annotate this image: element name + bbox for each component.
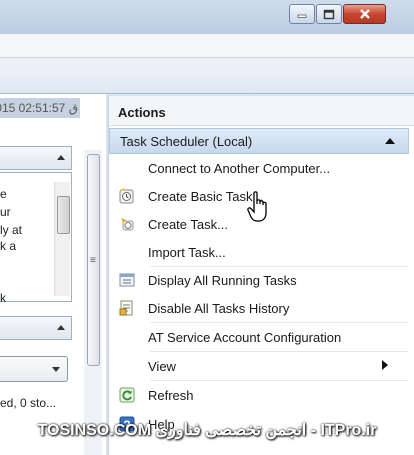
action-label: View xyxy=(148,358,176,374)
action-view-menu[interactable]: View xyxy=(112,352,408,380)
section-collapse-bar[interactable] xyxy=(0,146,72,170)
close-icon xyxy=(359,9,370,19)
action-display-running-tasks[interactable]: Display All Running Tasks xyxy=(112,266,408,294)
section-title: Task Scheduler (Local) xyxy=(120,134,253,149)
action-label: Refresh xyxy=(148,387,194,403)
watermark-text: TOSINSO.COM انجمن تخصصی فناوری - ITPro.i… xyxy=(37,422,377,439)
action-label: Display All Running Tasks xyxy=(148,272,297,288)
action-disable-tasks-history[interactable]: Disable All Tasks History xyxy=(112,294,408,322)
list-item: k a xyxy=(0,239,17,253)
create-basic-task-icon xyxy=(119,188,134,204)
tasks-history-icon xyxy=(119,300,133,316)
action-connect-computer[interactable]: Connect to Another Computer... xyxy=(112,154,408,182)
action-label: AT Service Account Configuration xyxy=(148,329,342,345)
collapse-up-icon xyxy=(57,155,65,160)
maximize-icon xyxy=(323,9,335,19)
section-collapse-bar[interactable] xyxy=(0,316,72,340)
chevron-down-icon xyxy=(52,367,60,372)
action-at-service-config[interactable]: AT Service Account Configuration xyxy=(112,323,408,351)
minimize-button[interactable] xyxy=(289,4,315,24)
list-scrollbar[interactable] xyxy=(54,182,70,296)
hand-cursor-icon xyxy=(247,191,267,222)
submenu-arrow-icon xyxy=(382,360,388,370)
list-item: k xyxy=(0,291,6,305)
action-label: Create Task... xyxy=(148,216,228,232)
grip-icon: ≡ xyxy=(90,255,96,266)
list-item: ur xyxy=(0,205,11,219)
status-text: ed, 0 sto... xyxy=(0,396,57,410)
running-tasks-icon xyxy=(119,273,135,287)
close-button[interactable] xyxy=(343,4,386,24)
collapse-up-icon xyxy=(57,325,65,330)
date-text: /2015 02:51:57 ﻕ xyxy=(0,101,78,115)
refresh-icon xyxy=(119,387,135,403)
action-label: Disable All Tasks History xyxy=(148,300,290,316)
action-label: Connect to Another Computer... xyxy=(148,160,331,176)
list-item: e xyxy=(0,187,7,201)
minimize-icon xyxy=(297,14,307,18)
action-refresh[interactable]: Refresh xyxy=(112,381,408,409)
menu-bar xyxy=(0,34,414,58)
collapse-up-icon xyxy=(385,138,395,144)
action-label: Import Task... xyxy=(148,244,226,260)
scrollbar-thumb[interactable] xyxy=(57,196,70,234)
toolbar xyxy=(0,58,414,94)
date-header: /2015 02:51:57 ﻕ xyxy=(0,98,80,118)
actions-header: Actions xyxy=(109,96,414,126)
task-scheduler-section-header[interactable]: Task Scheduler (Local) xyxy=(109,128,409,154)
maximize-button[interactable] xyxy=(316,4,342,24)
create-task-icon xyxy=(121,218,134,231)
action-import-task[interactable]: Import Task... xyxy=(112,238,408,266)
filter-dropdown[interactable] xyxy=(0,356,68,382)
list-item: ly at xyxy=(0,223,23,237)
